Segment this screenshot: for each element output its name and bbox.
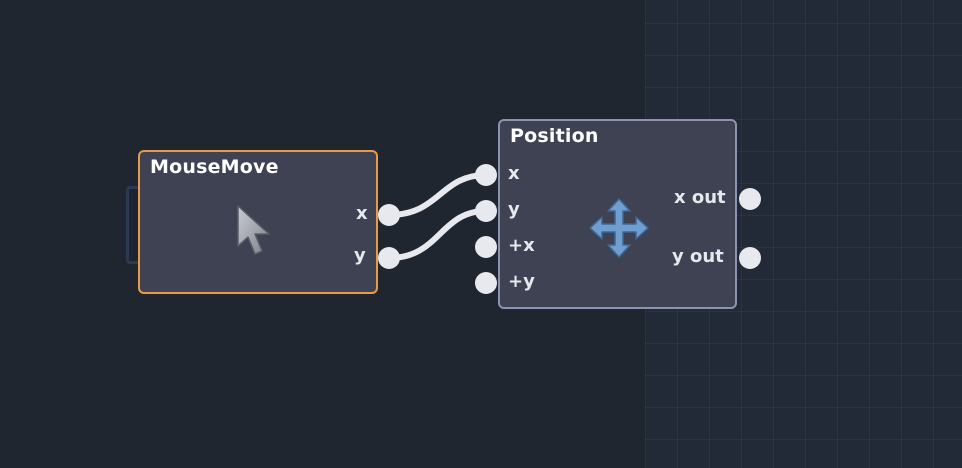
collapsed-node-edge[interactable] <box>126 186 138 264</box>
position-input-port-x[interactable] <box>475 164 497 186</box>
position-input-port-y[interactable] <box>475 200 497 222</box>
input-label-plus-y: +y <box>508 271 535 292</box>
mousemove-output-port-y[interactable] <box>378 247 400 269</box>
input-label-y: y <box>508 199 520 220</box>
wire-y-to-y[interactable] <box>386 208 489 261</box>
mousemove-node[interactable]: MouseMove x y <box>138 150 378 294</box>
input-label-plus-x: +x <box>508 235 535 256</box>
output-label-y: y <box>354 245 366 266</box>
move-arrows-icon <box>589 198 649 258</box>
output-label-x: x <box>356 203 368 224</box>
mousemove-output-port-x[interactable] <box>378 204 400 226</box>
input-label-x: x <box>508 163 520 184</box>
node-graph-canvas[interactable]: MouseMove x y Position x y +x +y x out y… <box>0 0 962 468</box>
position-input-port-plus-y[interactable] <box>475 272 497 294</box>
position-input-port-plus-x[interactable] <box>475 236 497 258</box>
output-label-x-out: x out <box>674 187 726 208</box>
node-title: Position <box>510 125 599 147</box>
output-label-y-out: y out <box>672 246 724 267</box>
wire-x-to-x[interactable] <box>386 172 489 218</box>
node-title: MouseMove <box>150 156 279 178</box>
position-output-port-x-out[interactable] <box>739 188 761 210</box>
position-node[interactable]: Position x y +x +y x out y out <box>498 119 737 309</box>
position-output-port-y-out[interactable] <box>739 247 761 269</box>
cursor-arrow-icon <box>237 205 270 255</box>
